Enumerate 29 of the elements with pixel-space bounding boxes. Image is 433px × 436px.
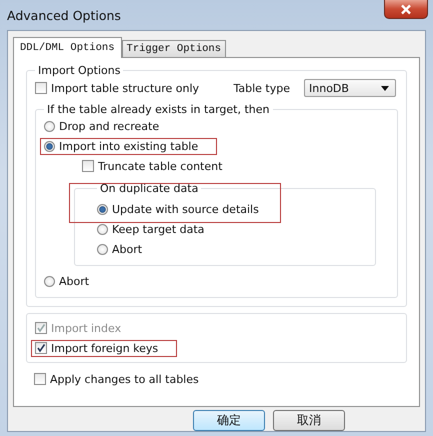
checkbox[interactable]: Apply changes to all tables — [30, 370, 202, 388]
radio-option[interactable]: Abort — [40, 272, 92, 290]
checkbox[interactable]: Truncate table content — [78, 158, 226, 174]
tab[interactable]: Trigger Options — [122, 40, 226, 57]
dialog-button[interactable]: 取消 — [273, 410, 345, 431]
radio-indicator[interactable] — [97, 204, 108, 214]
radio-indicator[interactable] — [44, 140, 55, 152]
group-title: If the table already exists in target, then — [46, 103, 270, 116]
dialog-button[interactable]: 确定 — [193, 410, 265, 431]
checkbox[interactable]: Import table structure only — [31, 80, 202, 96]
table-type-dropdown[interactable]: InnoDB — [304, 79, 396, 97]
radio-indicator[interactable] — [97, 224, 108, 234]
radio-indicator[interactable] — [44, 276, 55, 286]
radio-indicator[interactable] — [44, 120, 55, 132]
window-title: Advanced Options — [7, 8, 121, 22]
radio-option[interactable]: Update with source details — [93, 200, 262, 218]
tab[interactable]: DDL/DML Options — [13, 37, 122, 58]
radio-option[interactable]: Import into existing table — [40, 138, 218, 154]
dropdown-arrow-icon — [381, 86, 389, 90]
group-title: Import Options — [37, 64, 122, 77]
radio-option[interactable]: Keep target data — [93, 220, 208, 238]
close-button[interactable] — [384, 0, 428, 19]
group-title: On duplicate data — [99, 182, 200, 195]
radio-option[interactable]: Drop and recreate — [40, 118, 162, 134]
close-icon — [400, 4, 412, 14]
radio-option[interactable]: Abort — [93, 240, 146, 258]
checkbox[interactable]: Import foreign keys — [31, 340, 178, 356]
radio-indicator[interactable] — [97, 244, 108, 254]
field-label: Table type — [233, 82, 290, 94]
